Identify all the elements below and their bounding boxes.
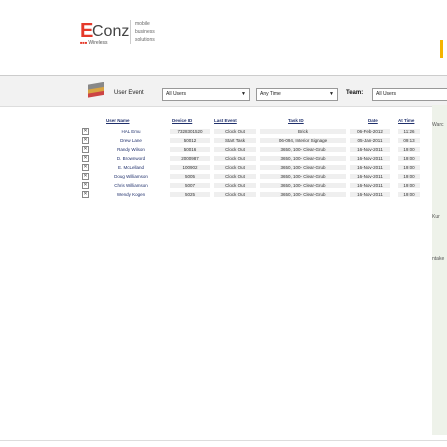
table-cell: 3650, 100- Clear-Grub: [260, 183, 346, 188]
table-cell[interactable]: Chris Williamson: [106, 183, 156, 188]
table-cell: 5007: [170, 183, 210, 188]
user-select[interactable]: All Users ▼: [162, 88, 250, 101]
chevron-down-icon: ▼: [241, 91, 246, 97]
table-cell: 16-Nov-2011: [350, 183, 390, 188]
team-select[interactable]: All Users: [372, 88, 447, 101]
edge-accent: [440, 40, 443, 58]
team-label: Team:: [346, 90, 364, 96]
table-row[interactable]: ✕ Randy Wilson 50016 Clock Out 3650, 100- Cl…: [82, 146, 427, 154]
logo-wireless: Wireless: [80, 40, 107, 46]
table-cell: Clock Out: [214, 147, 256, 152]
tagline-line: business: [135, 29, 155, 35]
table-cell: 19:00: [398, 192, 420, 197]
map-label: Warc: [432, 122, 444, 128]
col-header-device-id[interactable]: Device ID: [172, 118, 192, 123]
tagline-line: mobile: [135, 21, 150, 27]
select-checkbox[interactable]: ✕: [82, 128, 89, 135]
table-cell: 5005: [170, 174, 210, 179]
table-cell: 16-Nov-2011: [350, 174, 390, 179]
table-row[interactable]: ✕ E. McLelland 100902 Clock Out 3650, 100- C…: [82, 164, 427, 172]
table-cell: 19:00: [398, 174, 420, 179]
table-cell[interactable]: E. McLelland: [106, 165, 156, 170]
table-cell: 16-Nov-2011: [350, 192, 390, 197]
col-header-user-name[interactable]: User Name: [106, 118, 130, 123]
chevron-down-icon: ▼: [329, 91, 334, 97]
table-cell: Clock Out: [214, 165, 256, 170]
col-header-at-time[interactable]: At Time: [398, 118, 414, 123]
select-checkbox[interactable]: ✕: [82, 146, 89, 153]
table-cell: 3650, 100- Clear-Grub: [260, 156, 346, 161]
select-checkbox[interactable]: ✕: [82, 155, 89, 162]
select-checkbox[interactable]: ✕: [82, 191, 89, 198]
table-cell: 7328301520: [170, 129, 210, 134]
table-cell: Clock Out: [214, 156, 256, 161]
table-cell: 11:26: [398, 129, 420, 134]
col-header-last-event[interactable]: Last Event: [214, 118, 237, 123]
toolbar-title: User Event: [114, 90, 144, 96]
team-select-value: All Users: [376, 91, 397, 97]
time-select-value: Any Time: [260, 91, 281, 97]
table-cell: 09:13: [398, 138, 420, 143]
table-cell[interactable]: Doug Williamson: [106, 174, 156, 179]
table-cell: 16-Nov-2011: [350, 165, 390, 170]
table-cell: 100902: [170, 165, 210, 170]
map-label: ntake: [432, 256, 445, 262]
select-checkbox[interactable]: ✕: [82, 164, 89, 171]
table-cell: 06-094, Interior Signage: [260, 138, 346, 143]
logo-conz: Conz: [92, 23, 130, 40]
table-cell: 3650, 100- Clear-Grub: [260, 165, 346, 170]
table-cell[interactable]: D. Brownword: [106, 156, 156, 161]
table-cell[interactable]: Randy Wilson: [106, 147, 156, 152]
table-cell: 50012: [170, 138, 210, 143]
table-row[interactable]: ✕ Doug Williamson 5005 Clock Out 3650, 100- …: [82, 173, 427, 181]
table-cell: 19:00: [398, 156, 420, 161]
map-label: Kur: [432, 214, 440, 220]
table-cell[interactable]: Wendy Kogen: [106, 192, 156, 197]
table-cell: Brick: [260, 129, 346, 134]
select-checkbox[interactable]: ✕: [82, 173, 89, 180]
table-row[interactable]: ✕ D. Brownword 2000987 Clock Out 3650, 100- …: [82, 155, 427, 163]
brand-logo: E Conz Wireless mobile business solution…: [80, 20, 175, 50]
map-panel[interactable]: [432, 105, 447, 435]
col-header-date[interactable]: Date: [368, 118, 378, 123]
toolbar: User Event All Users ▼ Any Time ▼ Team: …: [0, 76, 447, 107]
table-cell: 50016: [170, 147, 210, 152]
table-cell: 19:00: [398, 147, 420, 152]
table-cell: 19:00: [398, 165, 420, 170]
table-cell: Clock Out: [214, 192, 256, 197]
table-row[interactable]: ✕ Chris Williamson 5007 Clock Out 3650, 100-…: [82, 182, 427, 190]
table-cell: 16-Nov-2011: [350, 156, 390, 161]
table-cell: Clock Out: [214, 129, 256, 134]
table-cell: 16-Nov-2011: [350, 147, 390, 152]
table-cell: 3650, 100- Clear-Grub: [260, 174, 346, 179]
table-cell: Clock Out: [214, 183, 256, 188]
footer-divider: [0, 440, 447, 441]
table-cell: 5025: [170, 192, 210, 197]
stack-icon: [88, 82, 104, 98]
table-row[interactable]: ✕ Drew Lane 50012 Start Task 06-094, Interio…: [82, 137, 427, 145]
user-select-value: All Users: [166, 91, 187, 97]
table-cell: Clock Out: [214, 174, 256, 179]
select-checkbox[interactable]: ✕: [82, 137, 89, 144]
table-row[interactable]: ✕ HAL Emu 7328301520 Clock Out Brick 06-Feb-2…: [82, 128, 427, 136]
table-cell: 05-Jan-2011: [350, 138, 390, 143]
table-cell: 19:00: [398, 183, 420, 188]
table-cell: 2000987: [170, 156, 210, 161]
logo-tagline: mobile business solutions: [130, 20, 175, 44]
table-row[interactable]: ✕ Wendy Kogen 5025 Clock Out 3650, 100- Clea…: [82, 191, 427, 199]
table-cell[interactable]: HAL Emu: [106, 129, 156, 134]
select-checkbox[interactable]: ✕: [82, 182, 89, 189]
table-cell[interactable]: Drew Lane: [106, 138, 156, 143]
col-header-task-id[interactable]: Task ID: [288, 118, 304, 123]
table-cell: 3650, 100- Clear-Grub: [260, 147, 346, 152]
time-select[interactable]: Any Time ▼: [256, 88, 338, 101]
table-cell: 06-Feb-2012: [350, 129, 390, 134]
table-cell: Start Task: [214, 138, 256, 143]
table-cell: 3650, 100- Clear-Grub: [260, 192, 346, 197]
tagline-line: solutions: [135, 37, 155, 43]
